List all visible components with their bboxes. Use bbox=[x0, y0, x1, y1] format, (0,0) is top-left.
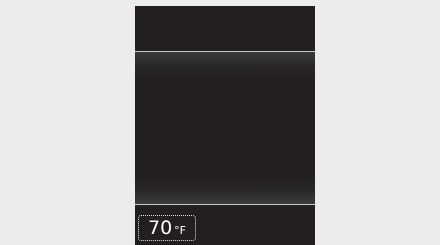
page: 70 °F bbox=[0, 0, 440, 245]
temperature-setting[interactable]: 70 °F bbox=[138, 215, 196, 241]
bottom-status-bar: 70 °F bbox=[135, 205, 315, 245]
display-content-area bbox=[135, 52, 315, 204]
temperature-unit: °F bbox=[174, 224, 186, 237]
top-band bbox=[135, 6, 315, 50]
climate-display-screen: 70 °F bbox=[135, 6, 315, 245]
temperature-value: 70 bbox=[147, 216, 173, 239]
